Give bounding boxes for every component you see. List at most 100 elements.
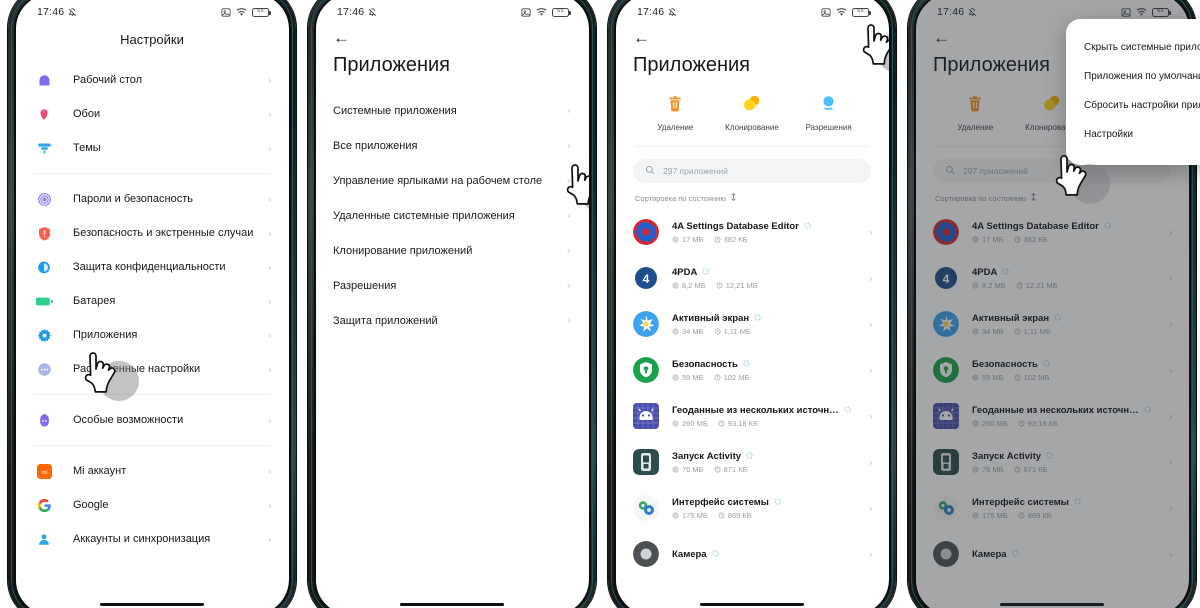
- sidebar-item-apps[interactable]: Приложения ›: [15, 318, 289, 352]
- list-item-all-apps[interactable]: Все приложения ›: [315, 128, 589, 163]
- chevron-right-icon: ›: [267, 294, 272, 308]
- row-label: Защита приложений: [333, 314, 438, 327]
- sidebar-item-passwords[interactable]: Пароли и безопасность ›: [15, 182, 289, 216]
- gesture-bar[interactable]: [100, 602, 204, 606]
- app-meta: Активный экран 34 МБ 1,11 МБ: [672, 313, 869, 336]
- chevron-right-icon: ›: [868, 363, 873, 377]
- mi-account-icon: mi: [33, 460, 55, 482]
- app-sizes: 175 МБ 869 КБ: [672, 511, 869, 520]
- overflow-menu-icon[interactable]: [869, 31, 871, 41]
- app-sizes: 260 МБ 93,18 КБ: [672, 419, 869, 428]
- row-label: Все приложения: [333, 139, 418, 152]
- app-name-row: Интерфейс системы: [672, 497, 869, 508]
- table-row[interactable]: 4A Settings Database Editor 17 МБ 382 КБ…: [615, 209, 889, 255]
- trash-icon: [667, 95, 683, 117]
- sort-updown-icon: [730, 192, 737, 203]
- row-label: Mi аккаунт: [73, 465, 127, 477]
- sidebar-item-accounts-sync[interactable]: Аккаунты и синхронизация ›: [15, 522, 289, 556]
- phone3-screen: 17:46 65 ← Приложения Удаление Клонирова…: [615, 0, 889, 608]
- clone-icon: [743, 95, 761, 117]
- row-label: Расширенные настройки: [73, 363, 201, 375]
- app-size: 17 МБ: [682, 234, 704, 244]
- app-data: 871 КБ: [723, 464, 748, 474]
- table-row[interactable]: Геоданные из нескольких источн… 260 МБ 9…: [615, 393, 889, 439]
- sidebar-item-advanced[interactable]: Расширенные настройки ›: [15, 352, 289, 386]
- sidebar-item-wallpaper[interactable]: Обои ›: [15, 97, 289, 131]
- chevron-right-icon: ›: [868, 501, 873, 515]
- list-item-removed-system-apps[interactable]: Удаленные системные приложения ›: [315, 198, 589, 233]
- action-uninstall[interactable]: Удаление: [638, 95, 712, 132]
- system-gear-icon: [774, 497, 781, 508]
- app-meta: Камера: [672, 549, 869, 560]
- app-data: 93,18 КБ: [727, 418, 758, 428]
- app-meta: Безопасность 59 МБ 102 МБ: [672, 359, 869, 382]
- chevron-right-icon: ›: [566, 314, 571, 327]
- apps-settings-list: Системные приложения › Все приложения › …: [315, 93, 589, 338]
- list-item-shortcuts[interactable]: Управление ярлыками на рабочем столе ›: [315, 163, 589, 198]
- system-gear-icon: [712, 549, 719, 560]
- table-row[interactable]: 4 4PDA 8,2 МБ 12,21 МБ ›: [615, 255, 889, 301]
- sidebar-item-home[interactable]: Рабочий стол ›: [15, 63, 289, 97]
- chevron-right-icon: ›: [566, 279, 571, 292]
- chevron-right-icon: ›: [267, 107, 272, 121]
- chevron-right-icon: ›: [267, 73, 272, 87]
- system-gear-icon: [754, 313, 761, 324]
- list-item-permissions[interactable]: Разрешения ›: [315, 268, 589, 303]
- back-button[interactable]: ←: [615, 23, 889, 48]
- menu-item-hide-system-apps[interactable]: Скрыть системные приложения: [1066, 33, 1200, 62]
- app-size: 76 МБ: [682, 464, 704, 474]
- apps-gear-icon: [33, 324, 55, 346]
- list-item-system-apps[interactable]: Системные приложения ›: [315, 93, 589, 128]
- back-button[interactable]: ←: [315, 23, 589, 48]
- screenshot-icon: [221, 7, 231, 17]
- row-label: Рабочий стол: [73, 74, 143, 86]
- chevron-right-icon: ›: [267, 498, 272, 512]
- sidebar-item-themes[interactable]: Темы ›: [15, 131, 289, 165]
- app-name-row: Активный экран: [672, 313, 869, 324]
- search-input[interactable]: 297 приложений: [633, 159, 871, 183]
- bell-off-icon: [668, 7, 677, 17]
- gesture-bar[interactable]: [400, 602, 504, 606]
- sidebar-item-privacy[interactable]: Защита конфиденциальности ›: [15, 250, 289, 284]
- list-item-app-protection[interactable]: Защита приложений ›: [315, 303, 589, 338]
- list-item-app-cloning[interactable]: Клонирование приложений ›: [315, 233, 589, 268]
- app-size: 175 МБ: [682, 510, 708, 520]
- row-label: Пароли и безопасность: [73, 193, 193, 205]
- settings-group-2: Пароли и безопасность › Безопасность и э…: [15, 182, 289, 386]
- app-meta: Интерфейс системы 175 МБ 869 КБ: [672, 497, 869, 520]
- table-row[interactable]: Безопасность 59 МБ 102 МБ ›: [615, 347, 889, 393]
- settings-group-1: Рабочий стол › Обои › Темы ›: [15, 63, 289, 165]
- wifi-icon: [536, 7, 547, 17]
- sidebar-item-emergency[interactable]: Безопасность и экстренные случаи ›: [15, 216, 289, 250]
- app-name: Безопасность: [672, 358, 738, 370]
- divider: [33, 445, 271, 446]
- 4pda-icon: 4: [633, 265, 659, 291]
- screenshot-stage: 17:46 65 Настройки Рабочий стол › Обои ›…: [0, 0, 1200, 608]
- action-cloning[interactable]: Клонирование: [715, 95, 789, 132]
- app-meta: Геоданные из нескольких источн… 260 МБ 9…: [672, 405, 869, 428]
- table-row[interactable]: Активный экран 34 МБ 1,11 МБ ›: [615, 301, 889, 347]
- sidebar-item-battery[interactable]: Батарея ›: [15, 284, 289, 318]
- gesture-bar[interactable]: [700, 602, 804, 606]
- menu-item-settings[interactable]: Настройки: [1066, 120, 1200, 149]
- active-screen-icon: [633, 311, 659, 337]
- menu-item-reset-app-preferences[interactable]: Сбросить настройки приложений: [1066, 91, 1200, 120]
- chevron-right-icon: ›: [868, 225, 873, 239]
- bell-off-icon: [68, 7, 77, 17]
- sidebar-item-mi-account[interactable]: mi Mi аккаунт ›: [15, 454, 289, 488]
- sidebar-item-google[interactable]: Google ›: [15, 488, 289, 522]
- menu-item-default-apps[interactable]: Приложения по умолчанию: [1066, 62, 1200, 91]
- table-row[interactable]: Интерфейс системы 175 МБ 869 КБ ›: [615, 485, 889, 531]
- sidebar-item-accessibility[interactable]: Особые возможности ›: [15, 403, 289, 437]
- chevron-right-icon: ›: [566, 244, 571, 257]
- svg-text:mi: mi: [41, 470, 47, 476]
- action-label: Клонирование: [725, 123, 779, 132]
- table-row[interactable]: Запуск Activity 76 МБ 871 КБ ›: [615, 439, 889, 485]
- app-data: 12,21 МБ: [725, 280, 758, 290]
- page-title: Приложения: [333, 54, 451, 76]
- system-gear-icon: [804, 221, 811, 232]
- sort-control[interactable]: Сортировка по состоянию: [615, 183, 889, 209]
- chevron-right-icon: ›: [566, 174, 571, 187]
- action-permissions[interactable]: Разрешения: [792, 95, 866, 132]
- table-row[interactable]: Камера ›: [615, 531, 889, 577]
